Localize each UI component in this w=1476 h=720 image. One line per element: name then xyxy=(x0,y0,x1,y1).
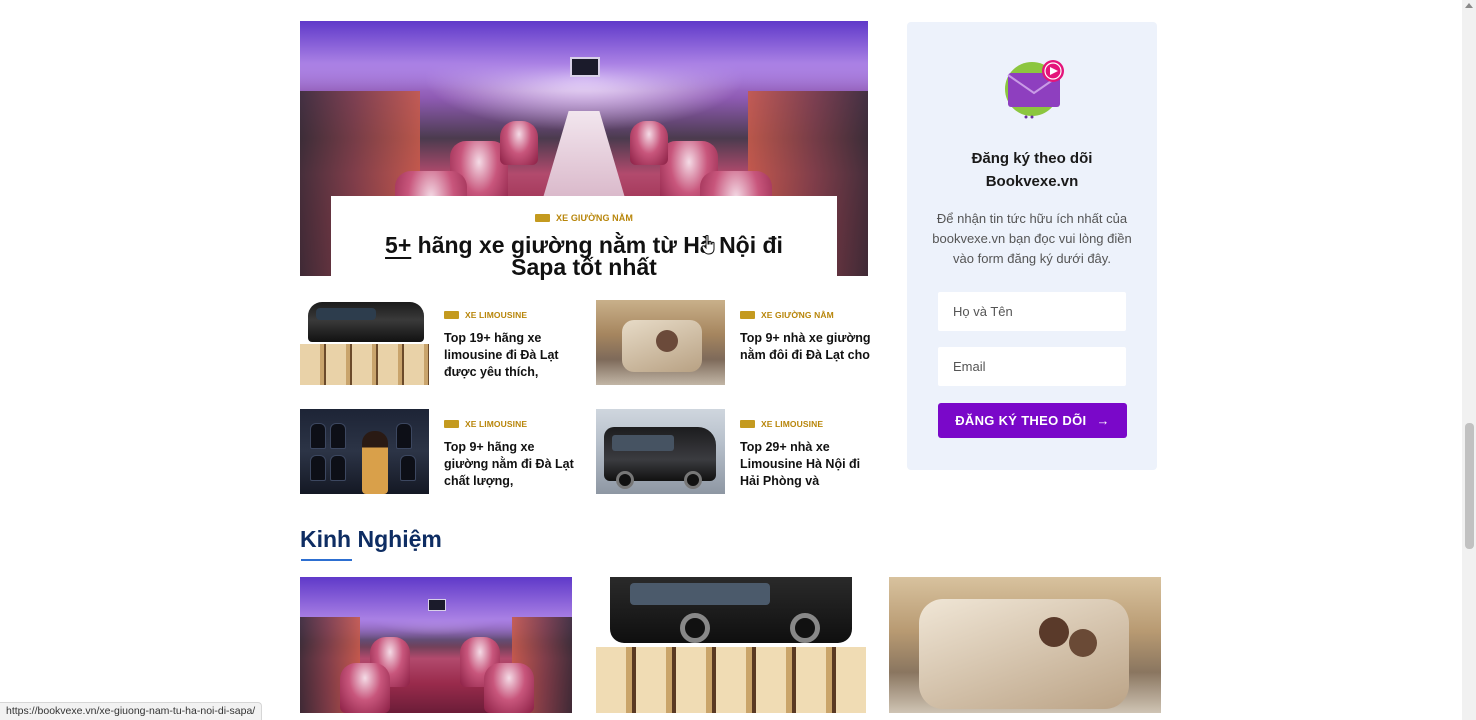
post-title[interactable]: Top 29+ nhà xe Limousine Hà Nội đi Hải P… xyxy=(740,439,875,490)
scrollbar-track[interactable] xyxy=(1462,0,1476,720)
post-item[interactable]: XE LIMOUSINE Top 9+ hãng xe giường nằm đ… xyxy=(300,409,576,495)
featured-title-text[interactable]: hãng xe giường nằm từ Hà Nội đi Sapa tốt… xyxy=(411,232,783,280)
card-thumbnail[interactable] xyxy=(889,577,1161,713)
section-underline xyxy=(301,559,352,561)
card-thumbnail[interactable] xyxy=(596,577,866,713)
post-thumbnail[interactable] xyxy=(300,409,429,494)
email-field[interactable] xyxy=(938,347,1126,386)
post-category[interactable]: XE LIMOUSINE xyxy=(444,310,527,320)
subscribe-description: Để nhận tin tức hữu ích nhất của bookvex… xyxy=(932,211,1132,266)
featured-category[interactable]: XE GIƯỜNG NẰM xyxy=(535,213,633,223)
post-title[interactable]: Top 19+ hãng xe limousine đi Đà Lạt được… xyxy=(444,330,579,381)
name-field[interactable] xyxy=(938,292,1126,331)
post-title[interactable]: Top 9+ hãng xe giường nằm đi Đà Lạt chất… xyxy=(444,439,579,490)
post-category[interactable]: XE LIMOUSINE xyxy=(444,419,527,429)
mail-icon xyxy=(1005,60,1064,119)
flag-icon xyxy=(740,420,755,428)
post-thumbnail[interactable] xyxy=(300,300,429,385)
featured-title-number[interactable]: 5+ xyxy=(385,232,411,258)
hand-cursor-icon xyxy=(702,235,715,255)
post-item[interactable]: XE LIMOUSINE Top 29+ nhà xe Limousine Hà… xyxy=(596,409,872,495)
flag-icon xyxy=(444,420,459,428)
post-category[interactable]: XE LIMOUSINE xyxy=(740,419,823,429)
scroll-up-icon[interactable] xyxy=(1465,3,1473,8)
scrollbar-thumb[interactable] xyxy=(1465,423,1474,549)
post-title[interactable]: Top 9+ nhà xe giường nằm đôi đi Đà Lạt c… xyxy=(740,330,875,364)
post-category[interactable]: XE GIƯỜNG NẰM xyxy=(740,310,834,320)
post-item[interactable]: XE LIMOUSINE Top 19+ hãng xe limousine đ… xyxy=(300,300,576,386)
status-bar-url: https://bookvexe.vn/xe-giuong-nam-tu-ha-… xyxy=(0,702,263,720)
post-thumbnail[interactable] xyxy=(596,409,725,494)
subscribe-widget: Đăng ký theo dõi Bookvexe.vn Để nhận tin… xyxy=(907,22,1157,470)
flag-icon xyxy=(535,214,551,222)
section-title[interactable]: Kinh Nghiệm xyxy=(300,526,442,553)
subscribe-title: Đăng ký theo dõi Bookvexe.vn xyxy=(971,150,1093,190)
featured-post-title[interactable]: 5+ hãng xe giường nằm từ Hà Nội đi Sapa … xyxy=(331,232,837,280)
flag-icon xyxy=(740,311,755,319)
featured-post-card[interactable]: XE GIƯỜNG NẰM 5+ hãng xe giường nằm từ H… xyxy=(331,196,837,280)
subscribe-button[interactable]: ĐĂNG KÝ THEO DÕI → xyxy=(938,403,1127,438)
post-item[interactable]: XE GIƯỜNG NẰM Top 9+ nhà xe giường nằm đ… xyxy=(596,300,872,386)
card-thumbnail[interactable] xyxy=(300,577,572,713)
post-thumbnail[interactable] xyxy=(596,300,725,385)
arrow-right-icon: → xyxy=(1096,413,1110,428)
flag-icon xyxy=(444,311,459,319)
